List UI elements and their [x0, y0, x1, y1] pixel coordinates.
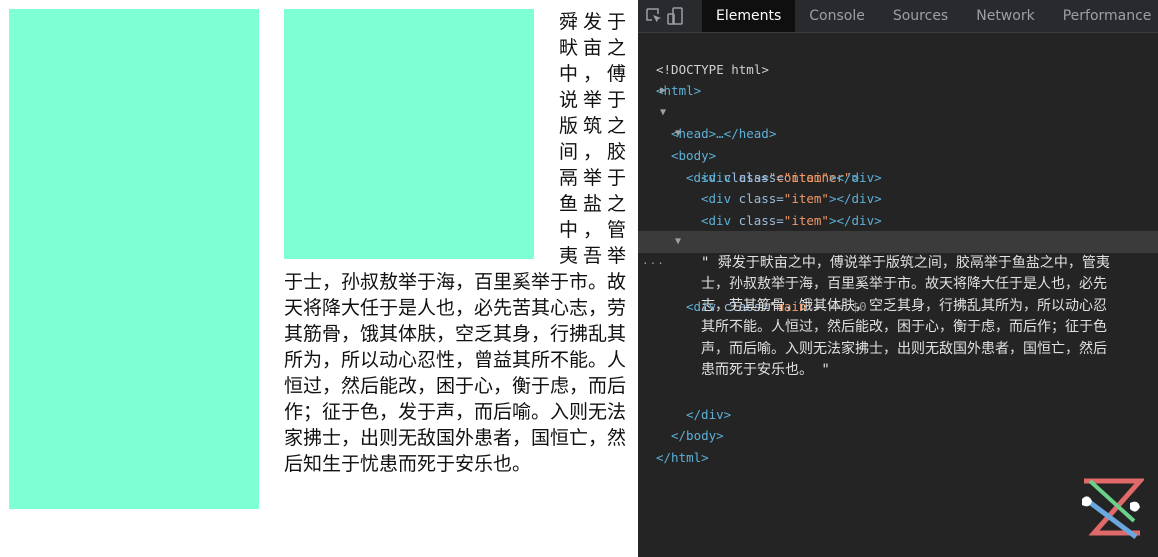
devtools-panel: Elements Console Sources Network Perform…	[638, 0, 1158, 557]
tree-node-container[interactable]: ▼ <div class="container">	[638, 123, 1158, 184]
tab-network[interactable]: Network	[962, 0, 1048, 32]
tree-node-head[interactable]: ▶ <head>…</head>	[638, 80, 1158, 141]
expand-triangle-icon[interactable]: ▶	[660, 80, 666, 102]
inspect-element-icon[interactable]	[644, 0, 664, 32]
dom-tree: <!DOCTYPE html> <html> ▶ <head>…</head> …	[638, 33, 1158, 465]
tree-node-doctype[interactable]: <!DOCTYPE html>	[638, 37, 1158, 77]
tree-node-html[interactable]: <html>	[638, 59, 1158, 98]
tab-performance[interactable]: Performance	[1049, 0, 1158, 32]
collapse-triangle-icon[interactable]: ▼	[660, 102, 666, 124]
tree-node-item[interactable]: <div class="item"></div>	[638, 145, 1158, 185]
item-block	[9, 9, 259, 509]
watermark-logo-icon	[1082, 478, 1144, 539]
device-toggle-icon[interactable]	[666, 0, 686, 32]
tree-text-node[interactable]: " 舜发于畎亩之中，傅说举于版筑之间，胶鬲举于鱼盐之中，管夷 士，孙叔敖举于海，…	[638, 253, 1158, 382]
tree-node-container-close[interactable]: </div>	[638, 210, 1158, 249]
collapse-triangle-icon[interactable]: ▼	[675, 231, 681, 253]
tree-node-body[interactable]: ▼ <body>	[638, 102, 1158, 163]
tab-sources[interactable]: Sources	[879, 0, 962, 32]
tree-node-main-selected[interactable]: ··· ▼ <div class="main"> == $0	[638, 231, 1158, 314]
tree-node-main-close[interactable]: </div>	[638, 382, 1158, 422]
tree-node-item[interactable]: <div class="item"></div>	[638, 188, 1158, 228]
floated-item-block	[284, 9, 534, 259]
tree-node-html-close[interactable]: </html>	[638, 425, 1158, 465]
main-div: 舜发于畎亩之中，傅说举于版筑之间，胶鬲举于鱼盐之中，管夷吾举于士，孙叔敖举于海，…	[284, 9, 626, 477]
tree-node-item[interactable]: <div class="item"></div>	[638, 167, 1158, 206]
devtools-toolbar: Elements Console Sources Network Perform…	[638, 0, 1158, 33]
tree-node-body-close[interactable]: </body>	[638, 404, 1158, 443]
collapse-triangle-icon[interactable]: ▼	[675, 123, 681, 145]
rendered-page: 舜发于畎亩之中，傅说举于版筑之间，胶鬲举于鱼盐之中，管夷吾举于士，孙叔敖举于海，…	[0, 0, 638, 557]
tab-console[interactable]: Console	[795, 0, 879, 32]
tab-elements[interactable]: Elements	[702, 0, 796, 32]
